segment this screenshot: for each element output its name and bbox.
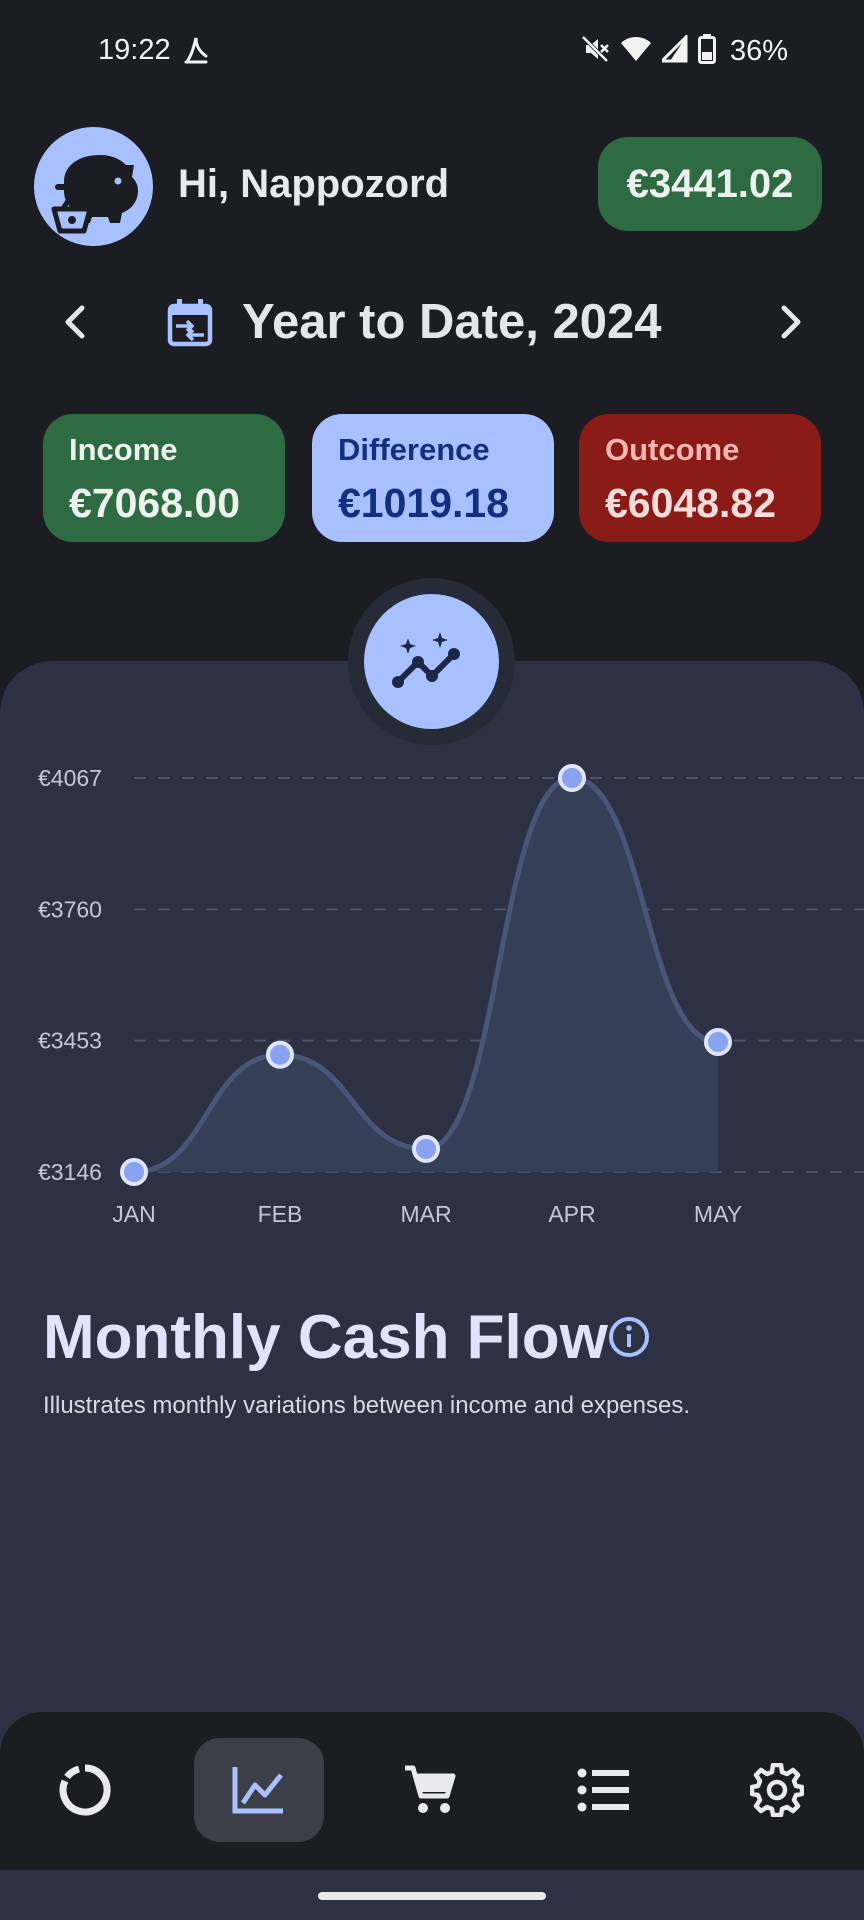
nav-list[interactable]: [539, 1738, 669, 1842]
avatar[interactable]: [34, 127, 153, 246]
x-tick-label: FEB: [258, 1201, 303, 1227]
status-time: 19:22: [98, 34, 171, 66]
data-point-apr[interactable]: [558, 764, 586, 792]
x-tick-label: MAR: [400, 1201, 451, 1227]
sparkle-trend-icon: [391, 631, 460, 688]
difference-value: €1019.18: [338, 480, 510, 526]
status-icons: 36%: [580, 33, 788, 69]
y-tick-label: €3146: [38, 1159, 102, 1185]
next-period-button[interactable]: [770, 298, 810, 346]
difference-label: Difference: [338, 432, 490, 467]
outcome-value: €6048.82: [605, 480, 777, 526]
section-title: Monthly Cash Flow: [43, 1303, 608, 1372]
status-bar: 19:22 36%: [0, 0, 864, 106]
battery-percent: 36%: [729, 35, 788, 67]
section-description: Illustrates monthly variations between i…: [43, 1392, 691, 1419]
gesture-bar: [318, 1892, 546, 1900]
chart-icon: [232, 1767, 283, 1814]
outcome-card[interactable]: Outcome €6048.82: [579, 414, 821, 542]
battery-icon: [697, 34, 716, 69]
previous-period-button[interactable]: [56, 298, 96, 346]
x-tick-label: JAN: [112, 1201, 155, 1227]
area-fill: [134, 778, 718, 1172]
income-label: Income: [69, 432, 178, 467]
difference-card[interactable]: Difference €1019.18: [312, 414, 554, 542]
nav-cart[interactable]: [365, 1738, 495, 1842]
wifi-icon: [620, 35, 652, 68]
cart-icon: [405, 1765, 456, 1813]
greeting: Hi, Nappozord: [178, 162, 450, 206]
chevron-right-icon: [781, 305, 801, 339]
nav-overview[interactable]: [20, 1738, 150, 1842]
chart-badge[interactable]: [364, 594, 499, 729]
list-icon: [577, 1768, 629, 1812]
mute-icon: [580, 34, 610, 69]
calendar-range-icon: [166, 298, 214, 353]
chevron-left-icon: [65, 305, 85, 339]
x-tick-label: APR: [548, 1201, 595, 1227]
piggy-bank-basket-icon: [51, 155, 138, 234]
y-tick-label: €3453: [38, 1028, 102, 1054]
overview-ring-icon: [59, 1764, 111, 1816]
balance-chip[interactable]: €3441.02: [598, 137, 822, 231]
period-selector: Year to Date, 2024: [0, 290, 864, 354]
data-point-feb[interactable]: [266, 1040, 294, 1069]
signal-icon: [658, 33, 688, 68]
outcome-label: Outcome: [605, 432, 740, 467]
monthly-cash-flow-chart: €3146 €3453 €3760 €4067 JAN FEB MAR APR MAY: [38, 764, 864, 1227]
data-point-may[interactable]: [704, 1027, 732, 1056]
nav-chart[interactable]: [194, 1738, 324, 1842]
period-title[interactable]: Year to Date, 2024: [242, 294, 661, 350]
info-icon[interactable]: [608, 1316, 650, 1363]
y-tick-label: €3760: [38, 896, 102, 922]
x-tick-label: MAY: [694, 1201, 742, 1227]
y-tick-label: €4067: [38, 765, 102, 791]
bottom-navigation: [0, 1712, 864, 1870]
data-point-mar[interactable]: [412, 1134, 440, 1163]
income-value: €7068.00: [69, 480, 241, 526]
data-point-jan[interactable]: [120, 1158, 148, 1186]
app-notification-icon: [182, 34, 210, 71]
income-card[interactable]: Income €7068.00: [43, 414, 285, 542]
settings-icon: [750, 1763, 804, 1817]
nav-settings[interactable]: [712, 1738, 842, 1842]
